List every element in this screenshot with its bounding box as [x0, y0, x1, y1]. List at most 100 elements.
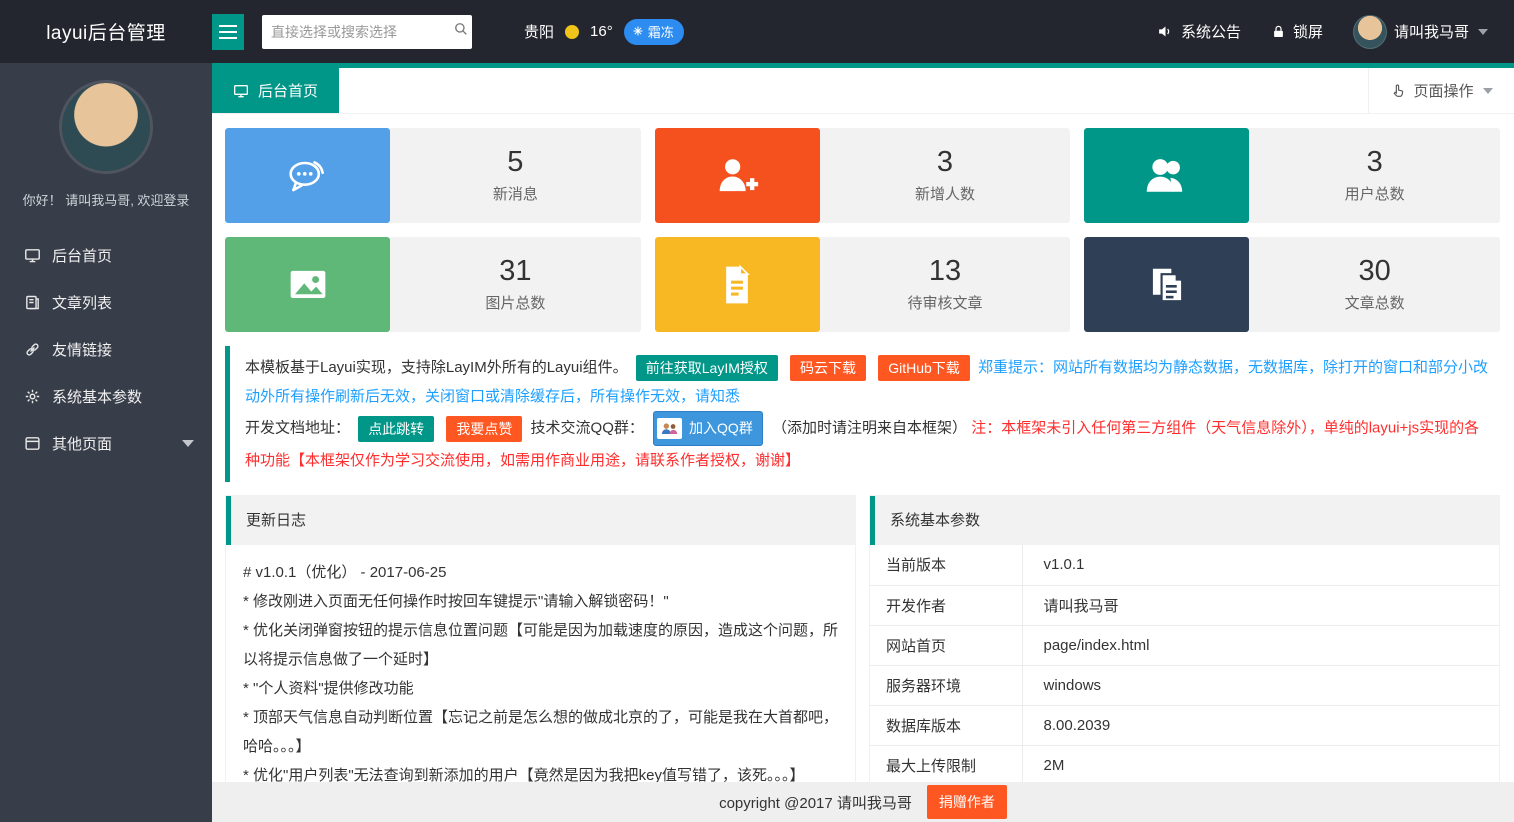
stat-value: 5 — [507, 147, 523, 179]
chevron-down-icon — [1478, 29, 1488, 35]
update-log-body: # v1.0.1（优化） - 2017-06-25 * 修改刚进入页面无任何操作… — [226, 545, 855, 782]
system-params-table: 当前版本 v1.0.1 开发作者 请叫我马哥 网站首页 page/index.h… — [870, 545, 1499, 782]
update-log-panel: 更新日志 # v1.0.1（优化） - 2017-06-25 * 修改刚进入页面… — [225, 495, 856, 782]
monitor-icon — [24, 247, 41, 264]
sidebar: 你好！ 请叫我马哥, 欢迎登录 后台首页 文章列表 友情链接 系统基本参数 其他… — [0, 63, 212, 822]
sidebar-item-home[interactable]: 后台首页 — [0, 232, 212, 279]
layim-auth-button[interactable]: 前往获取LayIM授权 — [636, 355, 778, 381]
image-icon — [282, 259, 334, 311]
notice-text: 本模板基于Layui实现，支持除LayIM外所有的Layui组件。 — [245, 359, 628, 376]
chevron-down-icon — [182, 440, 194, 447]
sidebar-greeting: 你好！ 请叫我马哥, 欢迎登录 — [0, 190, 212, 209]
qq-group-icon — [657, 418, 682, 439]
weather-condition-badge[interactable]: 霜冻 — [624, 19, 684, 45]
stat-value: 3 — [1367, 147, 1383, 179]
page-actions-dropdown[interactable]: 页面操作 — [1368, 68, 1514, 113]
lock-screen-button[interactable]: 锁屏 — [1271, 21, 1323, 42]
log-line: # v1.0.1（优化） - 2017-06-25 — [243, 558, 838, 587]
weather-temperature: 16° — [590, 23, 613, 40]
stat-card-total-articles[interactable]: 30 文章总数 — [1084, 237, 1500, 332]
table-row: 最大上传限制 2M — [870, 745, 1499, 782]
app-logo: layui后台管理 — [0, 18, 212, 45]
main-area: 后台首页 页面操作 5 新消息 — [212, 63, 1514, 782]
table-row: 开发作者 请叫我马哥 — [870, 585, 1499, 625]
qq-note: （添加时请注明来自本框架） — [772, 419, 967, 436]
speaker-icon — [1157, 23, 1174, 40]
docs-jump-button[interactable]: 点此跳转 — [358, 416, 434, 442]
stat-card-total-images[interactable]: 31 图片总数 — [225, 237, 641, 332]
documents-icon — [1141, 259, 1193, 311]
user-avatar[interactable] — [1353, 15, 1387, 49]
log-line: * 优化"用户列表"无法查询到新添加的用户【竟然是因为我把key值写错了，该死。… — [243, 761, 838, 782]
username: 请叫我马哥 — [1394, 21, 1469, 42]
user-add-icon — [711, 150, 763, 202]
stat-value: 3 — [937, 147, 953, 179]
stat-label: 图片总数 — [485, 292, 545, 313]
notice-block: 本模板基于Layui实现，支持除LayIM外所有的Layui组件。 前往获取La… — [225, 346, 1500, 482]
sidebar-item-system-params[interactable]: 系统基本参数 — [0, 373, 212, 420]
footer: copyright @2017 请叫我马哥 捐赠作者 — [212, 782, 1514, 822]
sidebar-avatar[interactable] — [62, 83, 150, 171]
update-log-title: 更新日志 — [226, 496, 855, 545]
sun-icon — [565, 25, 579, 39]
top-header: layui后台管理 贵阳 16° 霜冻 系统公告 锁屏 请叫我马哥 — [0, 0, 1514, 63]
github-download-button[interactable]: GitHub下载 — [878, 355, 970, 381]
sidebar-item-links[interactable]: 友情链接 — [0, 326, 212, 373]
settings-icon — [24, 388, 41, 405]
tab-bar: 后台首页 页面操作 — [212, 63, 1514, 114]
link-icon — [24, 341, 41, 358]
menu-toggle-button[interactable] — [212, 14, 244, 50]
sidebar-item-other-pages[interactable]: 其他页面 — [0, 420, 212, 467]
frost-icon — [632, 25, 644, 37]
stat-card-total-users[interactable]: 3 用户总数 — [1084, 128, 1500, 223]
weather-city: 贵阳 — [524, 21, 554, 42]
like-button[interactable]: 我要点赞 — [446, 416, 522, 442]
weather-widget: 贵阳 16° 霜冻 — [524, 19, 684, 45]
panels-row: 更新日志 # v1.0.1（优化） - 2017-06-25 * 修改刚进入页面… — [225, 495, 1500, 782]
window-icon — [24, 435, 41, 452]
table-row: 当前版本 v1.0.1 — [870, 545, 1499, 585]
qq-group-label: 技术交流QQ群： — [531, 419, 644, 436]
monitor-icon — [233, 83, 249, 99]
log-line: * 优化关闭弹窗按钮的提示信息位置问题【可能是因为加载速度的原因，造成这个问题，… — [243, 616, 838, 674]
document-icon — [24, 294, 41, 311]
lock-icon — [1271, 24, 1286, 40]
stat-card-new-users[interactable]: 3 新增人数 — [655, 128, 1071, 223]
system-announcement-button[interactable]: 系统公告 — [1157, 21, 1241, 42]
global-search[interactable] — [262, 15, 472, 49]
stat-value: 30 — [1359, 256, 1391, 288]
copyright-text: copyright @2017 请叫我马哥 — [719, 792, 912, 813]
user-menu[interactable]: 请叫我马哥 — [1353, 15, 1488, 49]
search-icon[interactable] — [452, 20, 470, 43]
docs-label: 开发文档地址： — [245, 419, 350, 436]
gitee-download-button[interactable]: 码云下载 — [790, 355, 866, 381]
table-row: 数据库版本 8.00.2039 — [870, 705, 1499, 745]
log-line: * 修改刚进入页面无任何操作时按回车键提示"请输入解锁密码！" — [243, 587, 838, 616]
hand-pointer-icon — [1390, 83, 1406, 99]
stat-value: 13 — [929, 256, 961, 288]
dashboard-content: 5 新消息 3 新增人数 3 用户总数 — [212, 114, 1514, 782]
join-qq-group-button[interactable]: 加入QQ群 — [653, 411, 763, 446]
stat-label: 新消息 — [493, 183, 538, 204]
users-icon — [1140, 149, 1194, 203]
system-params-title: 系统基本参数 — [870, 496, 1499, 545]
file-text-icon — [711, 259, 763, 311]
stat-value: 31 — [499, 256, 531, 288]
tab-home[interactable]: 后台首页 — [212, 68, 339, 113]
table-row: 服务器环境 windows — [870, 665, 1499, 705]
stat-label: 文章总数 — [1345, 292, 1405, 313]
log-line: * "个人资料"提供修改功能 — [243, 674, 838, 703]
search-input[interactable] — [271, 24, 452, 40]
chat-icon — [282, 150, 334, 202]
stat-card-pending-articles[interactable]: 13 待审核文章 — [655, 237, 1071, 332]
chevron-down-icon — [1483, 88, 1493, 94]
system-params-panel: 系统基本参数 当前版本 v1.0.1 开发作者 请叫我马哥 网站首页 — [869, 495, 1500, 782]
donate-button[interactable]: 捐赠作者 — [927, 785, 1007, 819]
sidebar-item-articles[interactable]: 文章列表 — [0, 279, 212, 326]
sidebar-menu: 后台首页 文章列表 友情链接 系统基本参数 其他页面 — [0, 232, 212, 467]
table-row: 网站首页 page/index.html — [870, 625, 1499, 665]
stat-card-new-messages[interactable]: 5 新消息 — [225, 128, 641, 223]
stat-label: 用户总数 — [1345, 183, 1405, 204]
stat-cards: 5 新消息 3 新增人数 3 用户总数 — [225, 128, 1500, 332]
stat-label: 待审核文章 — [907, 292, 982, 313]
